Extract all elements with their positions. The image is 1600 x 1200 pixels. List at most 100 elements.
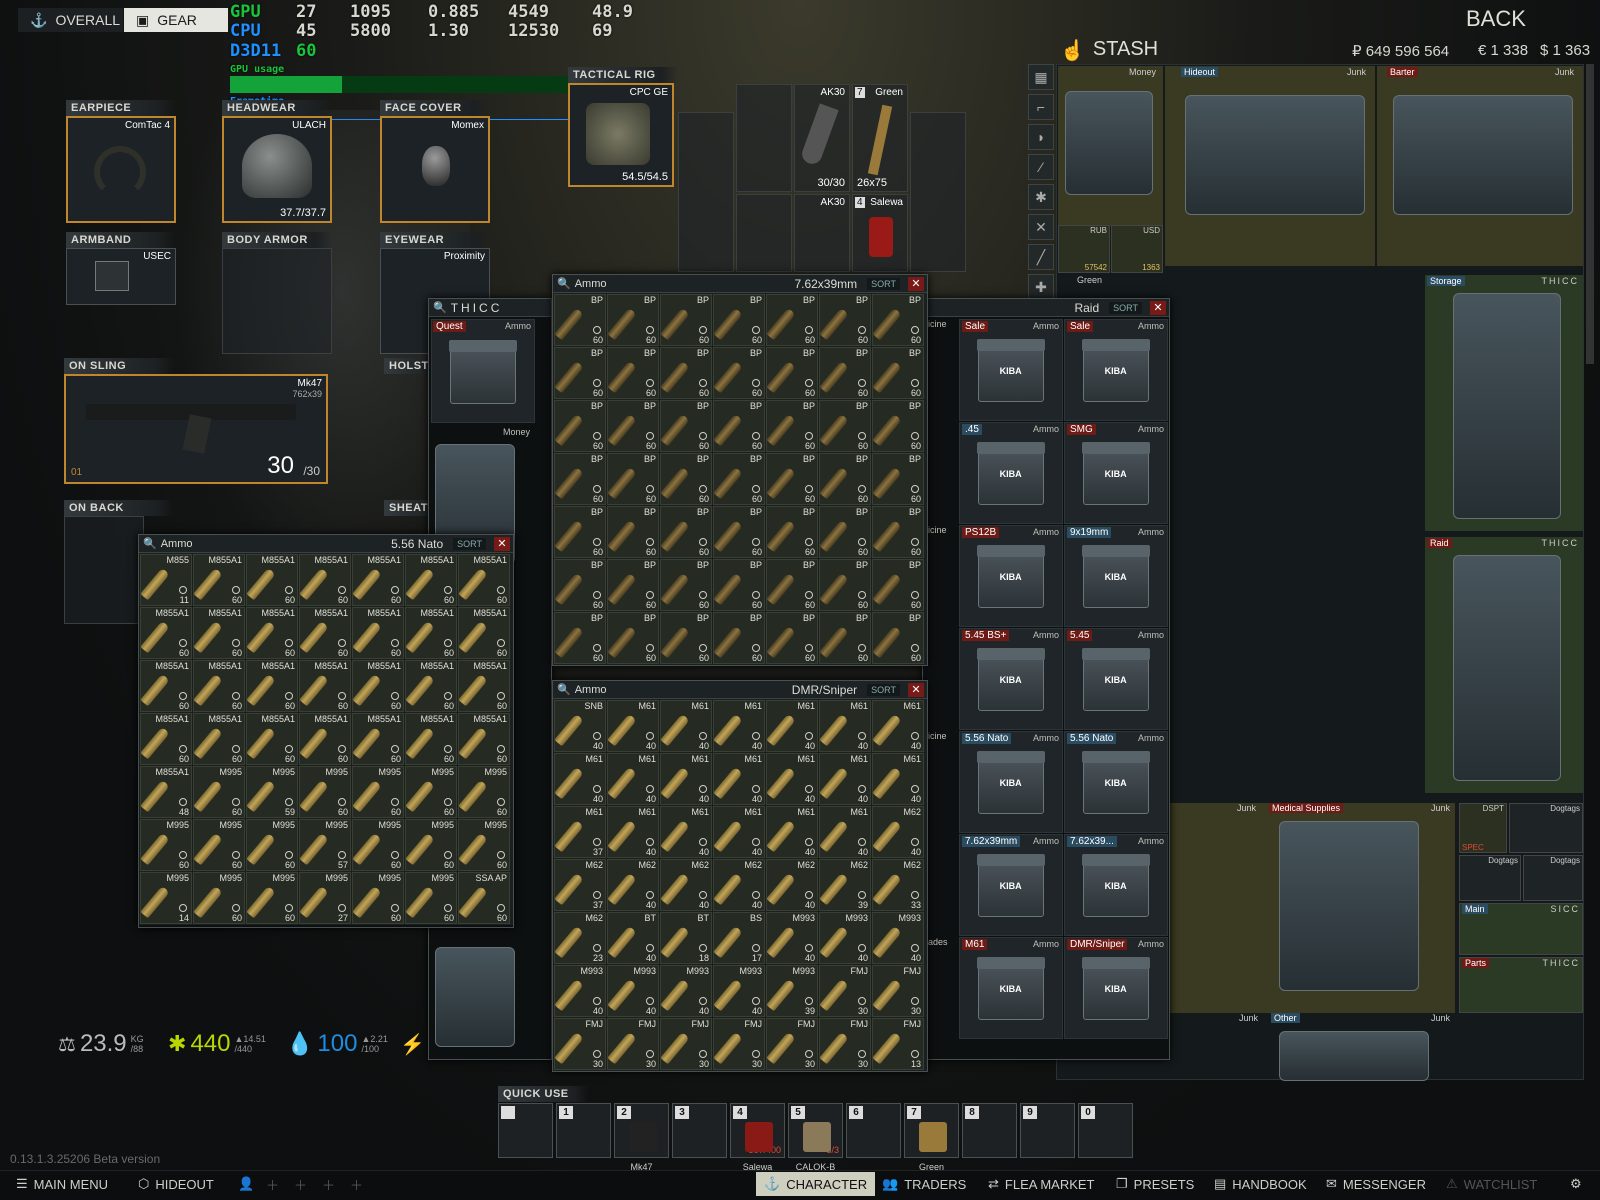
stash-item-dogtags2[interactable]: Dogtags: [1459, 855, 1521, 901]
rig-cell-magazine[interactable]: AK30: [794, 194, 850, 272]
crate-icon[interactable]: [1185, 95, 1365, 215]
ammo-cell[interactable]: M855A1 60: [405, 713, 457, 765]
ammo-cell[interactable]: BT 18: [660, 912, 712, 964]
raid-ammo-box[interactable]: SMG Ammo KIBA: [1064, 422, 1168, 524]
crate-icon[interactable]: [1279, 1031, 1429, 1081]
ammo-cell[interactable]: M855A1 60: [140, 607, 192, 659]
ammo-cell[interactable]: M993 40: [554, 965, 606, 1017]
ammo-cell[interactable]: FMJ 30: [660, 1018, 712, 1070]
ammo-cell[interactable]: BP 60: [819, 400, 871, 452]
quick-use-slot[interactable]: [498, 1103, 553, 1158]
raid-ammo-box[interactable]: 9x19mm Ammo KIBA: [1064, 525, 1168, 627]
ammo-cell[interactable]: BP 60: [713, 559, 765, 611]
raid-sort-button[interactable]: SORT: [1109, 301, 1142, 314]
headwear-slot[interactable]: ULACH 37.7/37.7: [222, 116, 332, 223]
ammo-cell[interactable]: BP 60: [872, 453, 924, 505]
ammo-cell[interactable]: M62 40: [607, 859, 659, 911]
nav-character[interactable]: ⚓ CHARACTER: [756, 1172, 876, 1196]
rig-cell-empty[interactable]: [736, 84, 792, 192]
ammo-cell[interactable]: M995 60: [193, 766, 245, 818]
ammo-cell[interactable]: M995 59: [246, 766, 298, 818]
ammo-cell[interactable]: M993 40: [766, 912, 818, 964]
raid-close-button[interactable]: ✕: [1150, 300, 1166, 315]
raid-ammo-box[interactable]: Sale Ammo KIBA: [959, 319, 1063, 421]
ammo-cell[interactable]: FMJ 30: [819, 1018, 871, 1070]
ammo-cell[interactable]: FMJ 30: [766, 1018, 818, 1070]
ammo-cell[interactable]: M61 40: [607, 806, 659, 858]
ammo-556-sort-button[interactable]: SORT: [453, 537, 486, 550]
thicc-quest-box[interactable]: Quest Ammo: [431, 319, 535, 423]
ammo-556-close-button[interactable]: ✕: [494, 536, 510, 551]
ammo-cell[interactable]: M61 40: [872, 753, 924, 805]
medical-case-icon[interactable]: [1279, 821, 1419, 991]
ammo-cell[interactable]: M855A1 60: [458, 713, 510, 765]
ammo-762-close-button[interactable]: ✕: [908, 276, 924, 291]
ammo-762-window[interactable]: 🔍 Ammo 7.62x39mm SORT ✕ BP 60 BP 60 BP 60 BP 60 BP 60…: [552, 274, 928, 666]
stash-usd-stack[interactable]: USD 1363: [1111, 225, 1163, 273]
nav-main-menu[interactable]: ☰ MAIN MENU: [8, 1172, 116, 1196]
ammo-cell[interactable]: BP 60: [713, 506, 765, 558]
ammo-cell[interactable]: M855A1 60: [352, 713, 404, 765]
ammo-cell[interactable]: FMJ 30: [713, 1018, 765, 1070]
ammo-cell[interactable]: M993 40: [713, 965, 765, 1017]
ammo-cell[interactable]: BP 60: [819, 559, 871, 611]
ammo-cell[interactable]: SNB 40: [554, 700, 606, 752]
ammo-762-header[interactable]: 🔍 Ammo 7.62x39mm SORT ✕: [553, 275, 927, 293]
quick-use-slot[interactable]: 3: [672, 1103, 727, 1158]
filter-knife-icon[interactable]: ╱: [1028, 244, 1054, 270]
ammo-cell[interactable]: BP 60: [713, 400, 765, 452]
ammo-556-window[interactable]: 🔍 Ammo 5.56 Nato SORT ✕ M855 11 M855A1 60 M855A1…: [138, 534, 514, 928]
ammo-cell[interactable]: BP 60: [872, 506, 924, 558]
ammo-cell[interactable]: M855A1 60: [246, 660, 298, 712]
tactical-rig-slot[interactable]: CPC GE 54.5/54.5: [568, 83, 674, 187]
thicc-header[interactable]: 🔍 THICC: [429, 299, 551, 317]
nav-group-slot[interactable]: ＋: [286, 1172, 315, 1196]
quick-use-slot[interactable]: 5 3/3 CALOK-B: [788, 1103, 843, 1172]
ammo-cell[interactable]: BP 60: [607, 347, 659, 399]
stash-item-dogtags[interactable]: Dogtags: [1509, 803, 1583, 853]
ammo-cell[interactable]: M995 60: [246, 819, 298, 871]
ammo-cell[interactable]: M61 40: [819, 806, 871, 858]
ammo-cell[interactable]: M62 40: [660, 859, 712, 911]
ammo-cell[interactable]: BP 60: [554, 400, 606, 452]
ammo-cell[interactable]: M995 60: [458, 766, 510, 818]
ammo-cell[interactable]: M61 40: [660, 806, 712, 858]
ammo-cell[interactable]: M61 40: [872, 700, 924, 752]
nav-group-slot[interactable]: ＋: [314, 1172, 343, 1196]
raid-ammo-box[interactable]: 5.56 Nato Ammo KIBA: [959, 731, 1063, 833]
ammo-cell[interactable]: M855A1 60: [352, 660, 404, 712]
ammo-cell[interactable]: M61 40: [713, 700, 765, 752]
stash-item-dogtags3[interactable]: Dogtags: [1523, 855, 1583, 901]
ammo-cell[interactable]: BT 40: [607, 912, 659, 964]
ammo-cell[interactable]: BP 60: [766, 400, 818, 452]
ammo-cell[interactable]: BP 60: [607, 612, 659, 664]
nav-messenger[interactable]: ✉ MESSENGER: [1318, 1172, 1434, 1196]
ammo-cell[interactable]: M995 60: [140, 819, 192, 871]
armband-slot[interactable]: USEC: [66, 248, 176, 305]
ammo-cell[interactable]: BP 60: [766, 453, 818, 505]
ammo-cell[interactable]: BP 60: [554, 347, 606, 399]
ammo-cell[interactable]: M855A1 60: [352, 607, 404, 659]
ammo-cell[interactable]: BP 60: [713, 294, 765, 346]
rig-cell-magazine[interactable]: AK30 30/30: [794, 84, 850, 192]
ammo-cell[interactable]: BS 17: [713, 912, 765, 964]
ammo-cell[interactable]: BP 60: [766, 559, 818, 611]
nav-flea-market[interactable]: ⇄ FLEA MARKET: [980, 1172, 1102, 1196]
ammo-dmr-window[interactable]: 🔍 Ammo DMR/Sniper SORT ✕ SNB 40 M61 40 M61 40 M61 4…: [552, 680, 928, 1072]
ammo-cell[interactable]: BP 60: [766, 294, 818, 346]
ammo-cell[interactable]: M995 60: [458, 819, 510, 871]
ammo-cell[interactable]: BP 60: [819, 612, 871, 664]
ammo-cell[interactable]: M995 14: [140, 872, 192, 924]
ammo-cell[interactable]: M993 40: [660, 965, 712, 1017]
filter-medical-icon[interactable]: ✚: [1028, 274, 1054, 300]
ammo-cell[interactable]: M61 40: [607, 753, 659, 805]
ammo-cell[interactable]: BP 60: [872, 559, 924, 611]
on-back-slot[interactable]: [64, 516, 144, 624]
stash-item-thicc3[interactable]: Parts THICC: [1459, 957, 1583, 1013]
ammo-cell[interactable]: M855A1 60: [405, 554, 457, 606]
ammo-cell[interactable]: M855A1 60: [458, 660, 510, 712]
rig-cell-medkit[interactable]: 4 Salewa: [852, 194, 908, 272]
crate-icon[interactable]: [1393, 95, 1573, 215]
raid-ammo-box[interactable]: M61 Ammo KIBA: [959, 937, 1063, 1039]
raid-ammo-box[interactable]: 7.62x39... Ammo KIBA: [1064, 834, 1168, 936]
